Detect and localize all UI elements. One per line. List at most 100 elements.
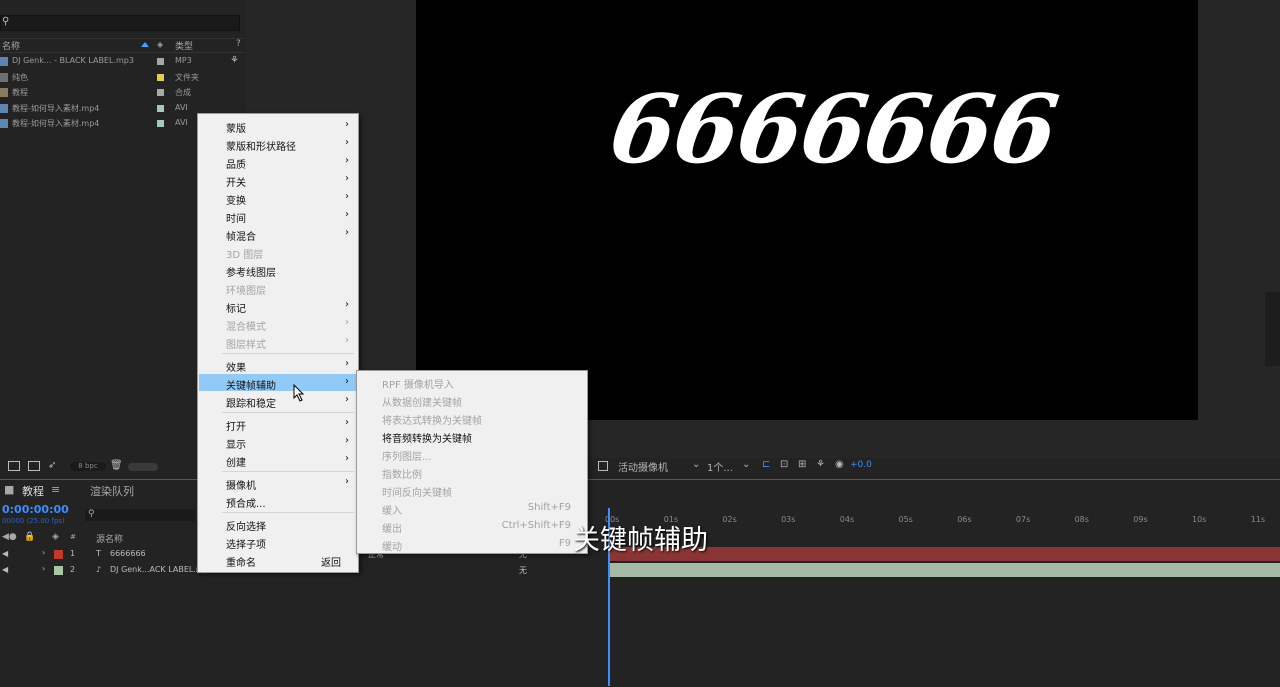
av-switches-icon[interactable]: ◀●: [2, 532, 17, 542]
project-search-input[interactable]: ⚲: [0, 15, 240, 31]
lock-icon[interactable]: 🔒: [24, 532, 35, 542]
menu-item[interactable]: 打开 ›: [199, 415, 357, 433]
menu-item[interactable]: 品质 ›: [199, 153, 357, 171]
menu-item[interactable]: 选择子项: [199, 533, 357, 551]
label-color-swatch[interactable]: [157, 104, 164, 112]
label-color-swatch[interactable]: [157, 89, 164, 96]
exposure-icon[interactable]: ◉: [835, 459, 844, 470]
label-color-swatch[interactable]: [157, 120, 164, 127]
menu-item[interactable]: 跟踪和稳定 ›: [199, 392, 357, 410]
submenu-item: 时间反向关键帧: [358, 481, 586, 499]
composition-canvas[interactable]: 6666666: [416, 0, 1198, 420]
menu-item[interactable]: 标记 ›: [199, 297, 357, 315]
submenu-item-label: 时间反向关键帧: [382, 488, 452, 499]
timeline-search-input[interactable]: ⚲: [85, 509, 195, 521]
submenu-item-label: 将表达式转换为关键帧: [382, 416, 482, 427]
grid-icon[interactable]: [598, 461, 608, 471]
menu-item[interactable]: 时间 ›: [199, 207, 357, 225]
menu-item-label: 开关: [226, 178, 246, 189]
menu-item-label: 打开: [226, 422, 246, 433]
views-select[interactable]: 1个...: [707, 459, 733, 474]
new-comp-icon[interactable]: [28, 461, 40, 471]
ruler-tick: 04s: [839, 515, 855, 524]
project-item[interactable]: 教程 合成: [0, 85, 244, 100]
panel-collapse-tab[interactable]: [1265, 292, 1280, 366]
file-icon: [0, 119, 8, 128]
flowchart-icon[interactable]: ⚘: [816, 459, 825, 470]
menu-item-label: 蒙版: [226, 124, 246, 135]
tab-comp[interactable]: 教程: [22, 483, 44, 499]
submenu-item[interactable]: 将音频转换为关键帧: [358, 427, 586, 445]
tab-close-icon[interactable]: ■: [4, 483, 14, 496]
bpc-toggle[interactable]: 8 bpc: [70, 462, 106, 471]
track-matte-select[interactable]: 无: [519, 565, 527, 576]
label-color-swatch[interactable]: [157, 58, 164, 65]
exposure-value[interactable]: +0.0: [850, 460, 872, 470]
file-icon: [0, 72, 8, 82]
column-name-header[interactable]: 名称: [2, 39, 20, 52]
visibility-icon[interactable]: ◀: [2, 549, 8, 558]
file-icon: [0, 57, 8, 66]
column-more-icon[interactable]: ?: [236, 39, 241, 49]
region-icon[interactable]: ⊞: [798, 459, 806, 470]
submenu-item: 从数据创建关键帧: [358, 391, 586, 409]
trash-icon[interactable]: 🗑: [110, 460, 123, 471]
layer-bar-2[interactable]: [610, 563, 1280, 577]
visibility-icon[interactable]: ◀: [2, 565, 8, 574]
menu-item[interactable]: 效果 ›: [199, 356, 357, 374]
render-queue-icon[interactable]: ➶: [48, 460, 56, 471]
menu-item[interactable]: 显示 ›: [199, 433, 357, 451]
menu-item[interactable]: 反向选择: [199, 515, 357, 533]
layer-name[interactable]: 6666666: [110, 549, 146, 558]
project-item-name: 纯色: [12, 72, 28, 82]
frame-rate: 00000 (25.00 fps): [2, 517, 65, 525]
sort-ascending-icon[interactable]: [141, 42, 149, 47]
menu-item[interactable]: 蒙版 ›: [199, 117, 357, 135]
column-source-name[interactable]: 源名称: [96, 532, 123, 545]
tab-menu-icon[interactable]: ≡: [51, 483, 60, 496]
camera-select[interactable]: 活动摄像机: [618, 459, 668, 474]
project-item-type: MP3: [175, 56, 192, 65]
flowchart-icon[interactable]: ⚘: [230, 55, 239, 66]
label-tag-icon[interactable]: ◈: [157, 40, 163, 49]
submenu-item-label: 缓入: [382, 506, 402, 517]
menu-item[interactable]: 预合成...: [199, 492, 357, 510]
menu-item[interactable]: 帧混合 ›: [199, 225, 357, 243]
label-color-swatch[interactable]: [157, 73, 164, 81]
chevron-right-icon: ›: [345, 476, 349, 487]
menu-item[interactable]: 摄像机 ›: [199, 474, 357, 492]
menu-item[interactable]: 参考线图层: [199, 261, 357, 279]
chevron-right-icon: ›: [345, 335, 349, 346]
ruler-tick: 02s: [722, 515, 737, 524]
current-time[interactable]: 0:00:00:00: [2, 503, 69, 516]
column-type-header[interactable]: 类型: [175, 39, 193, 52]
submenu-item-label: 缓动: [382, 542, 402, 553]
comp-text-layer[interactable]: 6666666: [603, 75, 1062, 185]
label-tag-icon[interactable]: ◈: [52, 532, 59, 542]
menu-item[interactable]: 蒙版和形状路径 ›: [199, 135, 357, 153]
menu-separator: [222, 471, 354, 472]
project-item[interactable]: 纯色 文件夹: [0, 70, 244, 85]
transparency-grid-icon[interactable]: ⊡: [780, 459, 788, 470]
views-dropdown-icon[interactable]: ⌄: [742, 459, 750, 470]
fast-preview-icon[interactable]: ⊏: [762, 459, 770, 470]
submenu-item-label: 指数比例: [382, 470, 422, 481]
layer-label-color[interactable]: [54, 566, 63, 575]
zoom-slider[interactable]: [128, 463, 158, 471]
menu-item: 混合模式 ›: [199, 315, 357, 333]
layer-bar-1[interactable]: [610, 547, 1280, 561]
tab-render-queue[interactable]: 渲染队列: [90, 483, 134, 499]
folder-icon[interactable]: [8, 461, 20, 471]
menu-item[interactable]: 创建 ›: [199, 451, 357, 469]
menu-item[interactable]: 重命名 返回: [199, 551, 357, 569]
menu-item[interactable]: 变换 ›: [199, 189, 357, 207]
camera-dropdown-icon[interactable]: ⌄: [692, 459, 700, 470]
twirl-icon[interactable]: ›: [42, 564, 45, 573]
menu-item[interactable]: 关键帧辅助 ›: [199, 374, 357, 392]
layer-label-color[interactable]: [54, 550, 63, 559]
project-item[interactable]: DJ Genk... - BLACK LABEL.mp3 MP3: [0, 54, 244, 69]
submenu-item-label: 序列图层...: [382, 452, 432, 463]
twirl-icon[interactable]: ›: [42, 548, 45, 557]
menu-item[interactable]: 开关 ›: [199, 171, 357, 189]
menu-item-label: 预合成...: [226, 499, 266, 510]
